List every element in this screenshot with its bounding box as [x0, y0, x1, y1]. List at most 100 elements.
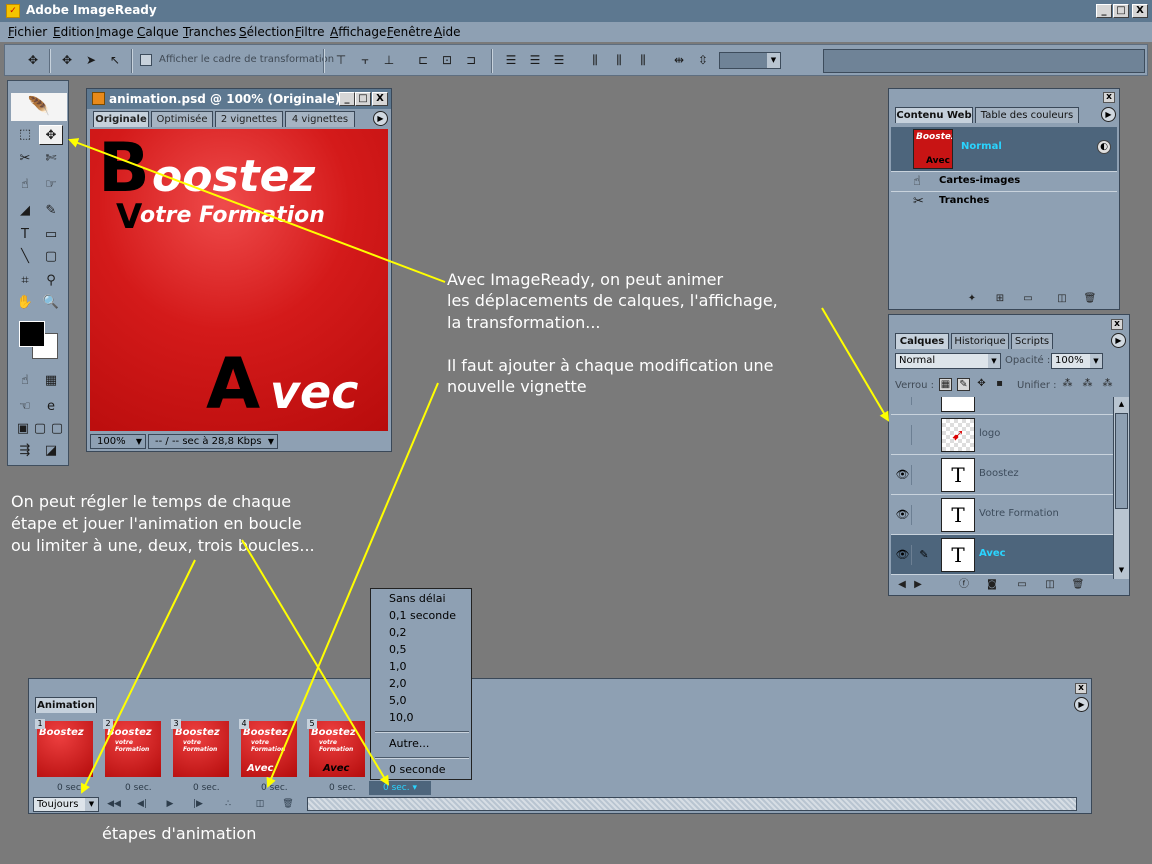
foreground-color-swatch[interactable] [19, 321, 45, 347]
frame-delay[interactable]: 0 sec. [57, 783, 84, 793]
frames-horizontal-scrollbar[interactable] [307, 797, 1077, 811]
web-content-normal-row[interactable]: Boostez Avec Normal ◐ [891, 127, 1117, 171]
menu-filtre[interactable]: Filtre [295, 25, 324, 39]
tween-icon[interactable]: ∴ [217, 797, 239, 812]
distribute-top-icon[interactable]: ☰ [501, 51, 521, 69]
download-info-select[interactable]: -- / -- sec à 28,8 Kbps ▼ [148, 434, 278, 449]
align-bottom-icon[interactable]: ⊥ [379, 51, 399, 69]
delay-option-5-0[interactable]: 5,0 [389, 694, 407, 707]
distribute-left-icon[interactable]: ⫼ [585, 51, 605, 69]
layer-row-logo[interactable]: ➹ logo [891, 415, 1113, 455]
rollover-state-icon[interactable]: ◐ [1097, 140, 1111, 154]
align-left-icon[interactable]: ⊏ [413, 51, 433, 69]
doc-options-arrow-icon[interactable]: ▶ [373, 111, 388, 126]
doc-maximize-button[interactable]: □ [355, 92, 371, 106]
layer-effects-icon[interactable]: ⓕ [957, 579, 971, 591]
layer-select-icon[interactable]: ✥ [57, 51, 77, 69]
lock-paint-icon[interactable]: ✎ [957, 378, 970, 391]
minimize-button[interactable]: _ [1096, 4, 1112, 18]
transform-box-checkbox[interactable] [140, 54, 152, 66]
blend-mode-select[interactable]: Normal ▼ [895, 353, 1001, 369]
menu-fenetre[interactable]: Fenêtre [387, 25, 432, 39]
trash-icon[interactable]: 🗑 [277, 797, 299, 812]
scroll-thumb[interactable] [1115, 413, 1128, 509]
distribute-right-icon[interactable]: ⫼ [633, 51, 653, 69]
play-icon[interactable]: ▶ [159, 797, 181, 812]
menu-image[interactable]: Image [96, 25, 134, 39]
unify-position-icon[interactable]: ⁂ [1061, 378, 1074, 391]
frame-delay[interactable]: 0 sec. [125, 783, 152, 793]
animation-frame-1[interactable]: Boostez 1 0 sec. [35, 719, 95, 795]
delay-option-10-0[interactable]: 10,0 [389, 711, 414, 724]
prev-frame-icon[interactable]: ◀ [895, 579, 909, 591]
eye-icon[interactable]: 👁 [894, 505, 912, 525]
layer-row-boostez[interactable]: 👁 T Boostez [891, 455, 1113, 495]
panel-menu-arrow-icon[interactable]: ▶ [1101, 107, 1116, 122]
panel-menu-arrow-icon[interactable]: ▶ [1111, 333, 1126, 348]
distribute-hcenter-icon[interactable]: ⫼ [609, 51, 629, 69]
move-tool-icon[interactable]: ✥ [23, 51, 43, 69]
hand-tool-icon[interactable]: ✋ [13, 293, 37, 313]
preview-browser-icon[interactable]: e [39, 397, 63, 417]
doc-minimize-button[interactable]: _ [339, 92, 355, 106]
align-right-icon[interactable]: ⊐ [461, 51, 481, 69]
arrow-select-icon[interactable]: ➤ [81, 51, 101, 69]
align-hcenter-icon[interactable]: ⊡ [437, 51, 457, 69]
animation-frame-2[interactable]: Boostez votre Formation 2 0 sec. [103, 719, 163, 795]
layer-link-cell[interactable] [915, 425, 933, 445]
toggle-imagemap-icon[interactable]: ☝ [13, 371, 37, 391]
tab-optimisee[interactable]: Optimisée [151, 111, 213, 127]
unify-visibility-icon[interactable]: ⁂ [1081, 378, 1094, 391]
new-rollover-icon[interactable]: ◫ [1055, 293, 1069, 305]
rollover-preview-icon[interactable]: ☜ [13, 397, 37, 417]
distribute-bottom-icon[interactable]: ☰ [549, 51, 569, 69]
maximize-button[interactable]: □ [1113, 4, 1129, 18]
select-slice-icon[interactable]: ✦ [965, 293, 979, 305]
trash-icon[interactable]: 🗑 [1083, 293, 1097, 305]
document-canvas[interactable]: B oostez V otre Formation A vec [90, 129, 388, 431]
menu-selection[interactable]: Sélection [239, 25, 294, 39]
jump-to-photoshop-alt-icon[interactable]: ◪ [39, 441, 63, 461]
new-slice-icon[interactable]: ⊞ [993, 293, 1007, 305]
zoom-tool-icon[interactable]: 🔍 [39, 293, 63, 313]
close-icon[interactable]: x [1075, 683, 1087, 694]
panel-menu-arrow-icon[interactable]: ▶ [1074, 697, 1089, 712]
menu-aide[interactable]: Aide [434, 25, 461, 39]
arrow-alt-icon[interactable]: ↖ [105, 51, 125, 69]
match-width-icon[interactable]: ⇹ [669, 51, 689, 69]
toggle-slices-icon[interactable]: ▦ [39, 371, 63, 391]
loop-options-select[interactable]: Toujours ▼ [33, 797, 99, 812]
align-vcenter-icon[interactable]: ⫟ [355, 51, 375, 69]
previous-frame-icon[interactable]: ◀| [131, 797, 153, 812]
tab-animation[interactable]: Animation [35, 697, 97, 713]
jump-to-photoshop-icon[interactable]: ⇶ [13, 441, 37, 461]
delay-option-other[interactable]: Autre... [389, 737, 429, 750]
delay-option-current[interactable]: 0 seconde [389, 763, 446, 776]
slice-tool-icon[interactable]: ✂ [13, 149, 37, 169]
trash-icon[interactable]: 🗑 [1071, 579, 1085, 591]
screen-mode-full-icon[interactable]: ▢ [45, 419, 69, 439]
slice-select-tool-icon[interactable]: ✄ [39, 149, 63, 169]
delay-option-0-1[interactable]: 0,1 seconde [389, 609, 456, 622]
imagemap-select-tool-icon[interactable]: ☞ [39, 175, 63, 195]
web-content-slices-row[interactable]: ✂ Tranches [891, 191, 1117, 210]
tab-table-couleurs[interactable]: Table des couleurs [975, 107, 1079, 123]
delay-option-2-0[interactable]: 2,0 [389, 677, 407, 690]
scroll-up-icon[interactable]: ▲ [1115, 399, 1128, 410]
imagemap-tool-icon[interactable]: ☝ [13, 175, 37, 195]
menu-tranches[interactable]: Tranches [183, 25, 236, 39]
tab-4-vignettes[interactable]: 4 vignettes [285, 111, 355, 127]
next-frame-icon[interactable]: |▶ [187, 797, 209, 812]
line-tool-icon[interactable]: ╲ [13, 247, 37, 267]
align-top-icon[interactable]: ⊤ [331, 51, 351, 69]
eye-icon[interactable]: 👁 [894, 545, 912, 565]
new-layer-icon[interactable]: ◫ [1043, 579, 1057, 591]
scroll-down-icon[interactable]: ▼ [1115, 565, 1128, 576]
layers-scrollbar[interactable]: ▲ ▼ [1113, 397, 1129, 579]
next-frame-icon[interactable]: ▶ [911, 579, 925, 591]
rounded-rect-tool-icon[interactable]: ▢ [39, 247, 63, 267]
menu-edition[interactable]: Edition [53, 25, 95, 39]
menu-fichier[interactable]: Fichier [8, 25, 47, 39]
palette-well[interactable] [823, 49, 1145, 73]
visibility-toggle-off[interactable] [894, 425, 912, 445]
